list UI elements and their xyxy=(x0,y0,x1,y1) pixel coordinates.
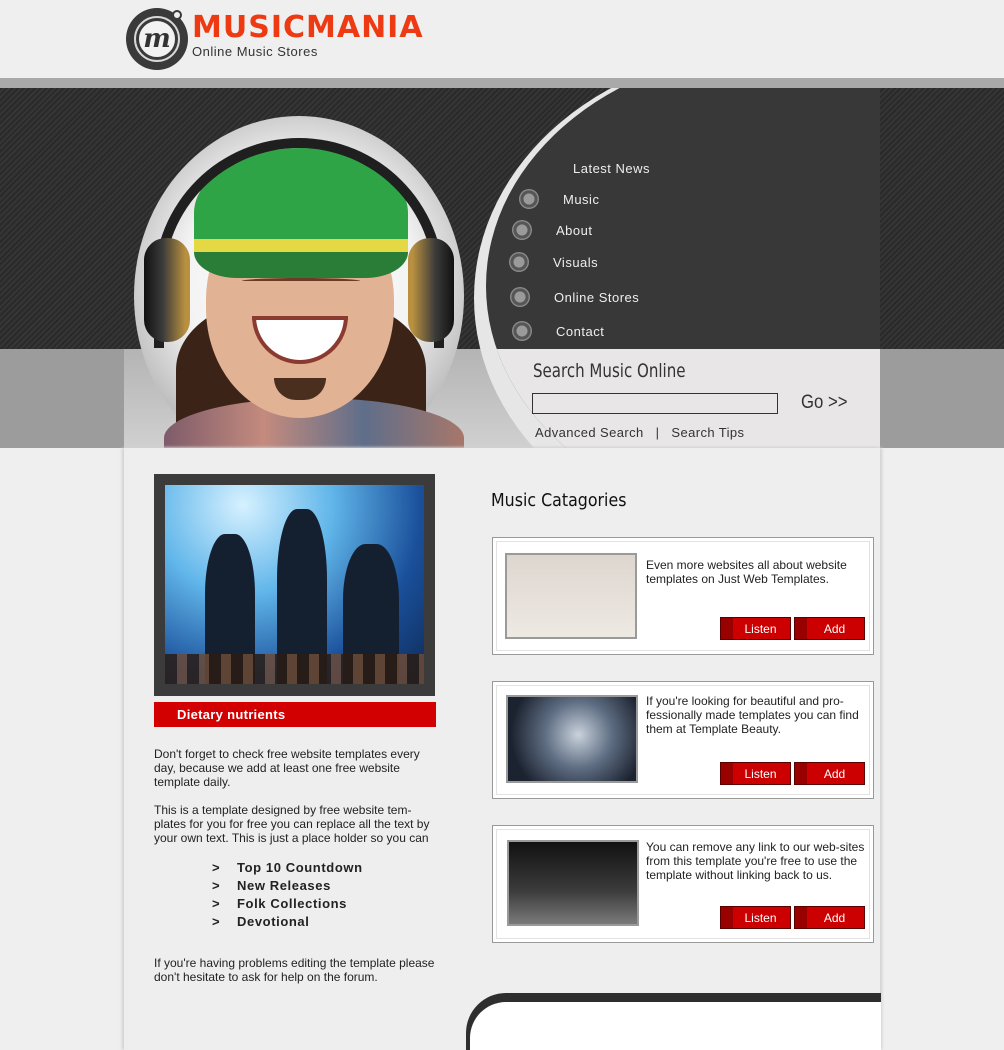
nav-label: Online Stores xyxy=(554,289,640,305)
add-button[interactable]: Add xyxy=(794,617,865,640)
nav-bullet-icon xyxy=(509,252,529,272)
logo-dot xyxy=(172,10,182,20)
hero-image-dj-with-headphones xyxy=(124,88,504,448)
nav-item-music[interactable]: Music xyxy=(519,189,599,209)
arrow-icon: > xyxy=(212,914,221,929)
nav-bullet-icon xyxy=(510,287,530,307)
arrow-icon: > xyxy=(212,896,221,911)
list-item-label: Devotional xyxy=(237,914,310,929)
list-item-label: New Releases xyxy=(237,878,331,893)
nav-label: Music xyxy=(563,191,600,207)
hero-eyes xyxy=(242,278,360,284)
search-tips-link[interactable]: Search Tips xyxy=(671,425,744,440)
nav-item-online-stores[interactable]: Online Stores xyxy=(510,287,639,307)
advanced-search-link[interactable]: Advanced Search xyxy=(535,425,644,440)
category-thumbnail[interactable] xyxy=(507,840,639,926)
category-card: Even more websites all about website tem… xyxy=(492,537,874,655)
logo-letter: m xyxy=(134,16,180,62)
add-label: Add xyxy=(823,910,846,925)
search-input[interactable] xyxy=(532,393,778,414)
arrow-icon: > xyxy=(212,860,221,875)
intro-paragraph: Don't forget to check free website templ… xyxy=(154,747,420,789)
add-label: Add xyxy=(823,621,846,636)
card-text: Even more websites all about website tem… xyxy=(646,558,847,586)
category-card: If you're looking for beautiful and pro-… xyxy=(492,681,874,799)
list-item[interactable]: > New Releases xyxy=(212,878,363,896)
footer-tab-inner xyxy=(470,1002,881,1050)
hero-headphone-right xyxy=(408,238,454,342)
category-thumbnail[interactable] xyxy=(505,553,637,639)
brand-name[interactable]: MUSICMANIA xyxy=(192,10,424,45)
list-item[interactable]: > Devotional xyxy=(212,914,363,932)
arrow-icon: > xyxy=(212,878,221,893)
search-links: Advanced Search | Search Tips xyxy=(535,425,744,440)
category-card: You can remove any link to our web-sites… xyxy=(492,825,874,943)
nav-item-contact[interactable]: Contact xyxy=(512,321,604,341)
nav-label: Contact xyxy=(556,323,605,339)
card-text: If you're looking for beautiful and pro-… xyxy=(646,694,859,736)
card-text: You can remove any link to our web-sites… xyxy=(646,840,865,882)
listen-label: Listen xyxy=(744,766,777,781)
list-item-label: Top 10 Countdown xyxy=(237,860,363,875)
hero-headphone-left xyxy=(144,238,190,342)
nav-bullet-icon xyxy=(519,189,539,209)
categories-title: Music Catagories xyxy=(491,490,627,511)
link-separator: | xyxy=(655,425,660,440)
listen-button[interactable]: Listen xyxy=(720,617,791,640)
footer-tab xyxy=(466,993,881,1050)
listen-label: Listen xyxy=(744,910,777,925)
help-paragraph: If you're having problems editing the te… xyxy=(154,956,435,984)
placeholder-paragraph: This is a template designed by free webs… xyxy=(154,803,430,845)
list-item[interactable]: > Top 10 Countdown xyxy=(212,860,363,878)
add-button[interactable]: Add xyxy=(794,906,865,929)
category-thumbnail[interactable] xyxy=(506,695,638,783)
search-title: Search Music Online xyxy=(533,360,686,382)
band-photo xyxy=(165,485,424,684)
listen-button[interactable]: Listen xyxy=(720,762,791,785)
nav-item-visuals[interactable]: Visuals xyxy=(509,252,598,272)
band-photo-frame xyxy=(154,474,435,696)
site-header: m MUSICMANIA Online Music Stores xyxy=(0,0,1004,78)
brand-tagline: Online Music Stores xyxy=(192,44,318,59)
genre-list: > Top 10 Countdown > New Releases > Folk Co… xyxy=(212,860,363,932)
nav-item-about[interactable]: About xyxy=(512,220,592,240)
nav-bullet-icon xyxy=(512,321,532,341)
add-label: Add xyxy=(823,766,846,781)
nav-bullet-icon xyxy=(512,220,532,240)
go-button[interactable]: Go >> xyxy=(801,392,847,414)
listen-button[interactable]: Listen xyxy=(720,906,791,929)
section-bar[interactable]: Dietary nutrients xyxy=(154,702,436,727)
add-button[interactable]: Add xyxy=(794,762,865,785)
header-divider xyxy=(0,78,1004,88)
logo-icon[interactable]: m xyxy=(126,8,188,70)
nav-label: About xyxy=(556,222,593,238)
list-item[interactable]: > Folk Collections xyxy=(212,896,363,914)
listen-label: Listen xyxy=(744,621,777,636)
crowd-hands xyxy=(165,654,424,684)
list-item-label: Folk Collections xyxy=(237,896,348,911)
nav-label: Visuals xyxy=(553,254,599,270)
nav-title[interactable]: Latest News xyxy=(573,161,650,176)
